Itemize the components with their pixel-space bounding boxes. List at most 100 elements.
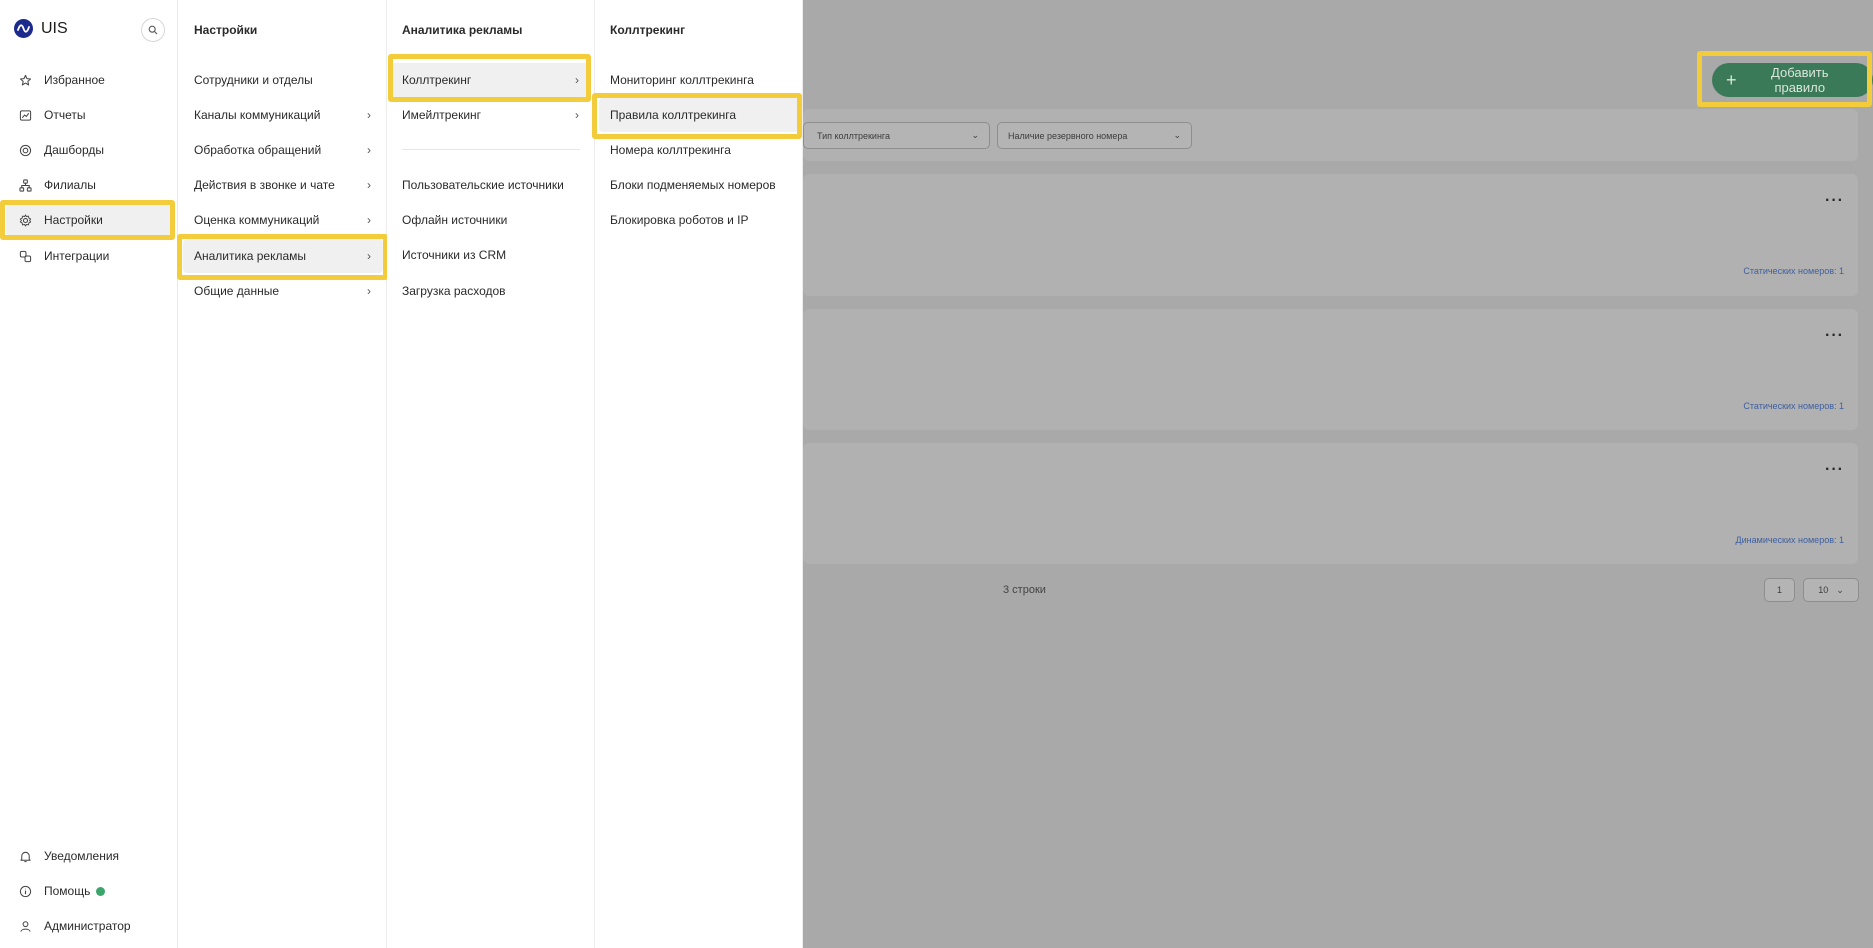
page-size-select[interactable]: 10 ⌄ xyxy=(1803,578,1859,602)
more-options-icon[interactable]: ··· xyxy=(1825,327,1844,345)
sidebar-item-label: Дашборды xyxy=(44,143,104,157)
add-rule-button[interactable]: + Добавить правило xyxy=(1712,63,1873,97)
menu-item-call-chat-actions[interactable]: Действия в звонке и чате › xyxy=(183,168,383,202)
menu-item-label: Коллтрекинг xyxy=(402,73,472,87)
rule-card[interactable]: ··· Статических номеров: 1 xyxy=(803,174,1858,296)
star-icon xyxy=(18,73,32,87)
ad-analytics-menu-panel: Аналитика рекламы Коллтрекинг › Имейлтре… xyxy=(387,0,595,948)
menu-item-calltracking-rules[interactable]: Правила коллтрекинга xyxy=(599,98,799,132)
sidebar-item-integrations[interactable]: Интеграции xyxy=(6,240,172,272)
chevron-right-icon: › xyxy=(575,73,579,87)
numbers-count-link[interactable]: Динамических номеров: 1 xyxy=(1736,535,1844,545)
more-options-icon[interactable]: ··· xyxy=(1825,192,1844,210)
sidebar-item-label: Настройки xyxy=(44,213,103,227)
plus-icon: + xyxy=(1726,70,1737,90)
sidebar-item-label: Избранное xyxy=(44,73,105,87)
sidebar-item-label: Интеграции xyxy=(44,249,110,263)
chevron-right-icon: › xyxy=(575,108,579,122)
menu-divider xyxy=(402,149,580,150)
rule-card[interactable]: ··· Динамических номеров: 1 xyxy=(803,443,1858,564)
sidebar-item-favorites[interactable]: Избранное xyxy=(6,64,172,96)
calltracking-menu-panel: Коллтрекинг Мониторинг коллтрекинга Прав… xyxy=(595,0,803,948)
sidebar-item-label: Администратор xyxy=(44,919,131,933)
menu-item-employees[interactable]: Сотрудники и отделы xyxy=(183,63,383,97)
chevron-right-icon: › xyxy=(367,178,371,192)
chevron-right-icon: › xyxy=(367,213,371,227)
menu-item-label: Мониторинг коллтрекинга xyxy=(610,73,754,87)
menu-item-label: Блоки подменяемых номеров xyxy=(610,178,776,192)
chevron-down-icon: ⌄ xyxy=(971,130,979,140)
chevron-right-icon: › xyxy=(367,249,371,263)
menu-item-crm-sources[interactable]: Источники из CRM xyxy=(391,238,591,272)
filter-label: Наличие резервного номера xyxy=(1008,130,1128,141)
menu-item-ad-analytics[interactable]: Аналитика рекламы › xyxy=(183,239,383,273)
menu-item-common-data[interactable]: Общие данные › xyxy=(183,274,383,308)
sidebar-item-label: Помощь xyxy=(44,884,91,898)
sidebar-item-notifications[interactable]: Уведомления xyxy=(6,840,172,872)
menu-item-calltracking[interactable]: Коллтрекинг › xyxy=(391,63,591,97)
panel-title: Коллтрекинг xyxy=(610,23,686,37)
menu-item-calltracking-monitoring[interactable]: Мониторинг коллтрекинга xyxy=(599,63,799,97)
menu-item-label: Пользовательские источники xyxy=(402,178,564,192)
menu-item-label: Общие данные xyxy=(194,284,280,298)
menu-item-label: Сотрудники и отделы xyxy=(194,73,313,87)
settings-menu-panel: Настройки Сотрудники и отделы Каналы ком… xyxy=(179,0,387,948)
chevron-right-icon: › xyxy=(367,143,371,157)
page-number[interactable]: 1 xyxy=(1764,578,1795,602)
menu-item-offline-sources[interactable]: Офлайн источники xyxy=(391,203,591,237)
menu-item-label: Аналитика рекламы xyxy=(194,249,307,263)
menu-item-communication-rating[interactable]: Оценка коммуникаций › xyxy=(183,203,383,237)
bell-icon xyxy=(18,849,32,863)
menu-item-label: Оценка коммуникаций xyxy=(194,213,320,227)
report-icon xyxy=(18,108,32,122)
integrations-icon xyxy=(18,249,32,263)
calltracking-type-filter[interactable]: Тип коллтрекинга ⌄ xyxy=(803,122,990,149)
numbers-count-link[interactable]: Статических номеров: 1 xyxy=(1743,401,1844,411)
sidebar-item-label: Филиалы xyxy=(44,178,96,192)
gear-icon xyxy=(18,213,32,227)
filter-bar: Тип коллтрекинга ⌄ Наличие резервного но… xyxy=(803,109,1858,161)
calltracking-rules-page: + Добавить правило Тип коллтрекинга ⌄ На… xyxy=(803,0,1873,948)
uis-logo-icon xyxy=(14,19,33,38)
menu-item-channels[interactable]: Каналы коммуникаций › xyxy=(183,98,383,132)
chevron-down-icon: ⌄ xyxy=(1836,584,1844,595)
panel-title: Аналитика рекламы xyxy=(402,23,523,37)
sidebar-item-reports[interactable]: Отчеты xyxy=(6,99,172,131)
menu-item-label: Источники из CRM xyxy=(402,248,507,262)
menu-item-label: Загрузка расходов xyxy=(402,284,506,298)
menu-item-bot-ip-blocking[interactable]: Блокировка роботов и IP xyxy=(599,203,799,237)
menu-item-custom-sources[interactable]: Пользовательские источники xyxy=(391,168,591,202)
branches-icon xyxy=(18,178,32,192)
menu-item-processing[interactable]: Обработка обращений › xyxy=(183,133,383,167)
page-size-value: 10 xyxy=(1818,585,1829,595)
sidebar-item-admin[interactable]: Администратор xyxy=(6,910,172,942)
sidebar-item-settings[interactable]: Настройки xyxy=(6,204,172,236)
panel-title: Настройки xyxy=(194,23,258,37)
chevron-down-icon: ⌄ xyxy=(1173,130,1181,140)
sidebar-item-help[interactable]: Помощь xyxy=(6,875,172,907)
menu-item-cost-upload[interactable]: Загрузка расходов xyxy=(391,274,591,308)
menu-item-label: Офлайн источники xyxy=(402,213,508,227)
search-button[interactable] xyxy=(141,18,165,42)
sidebar-item-dashboards[interactable]: Дашборды xyxy=(6,134,172,166)
info-icon xyxy=(18,884,32,898)
rule-card[interactable]: ··· Статических номеров: 1 xyxy=(803,309,1858,430)
logo[interactable]: UIS xyxy=(14,19,68,38)
menu-item-replacement-blocks[interactable]: Блоки подменяемых номеров xyxy=(599,168,799,202)
sidebar-item-branches[interactable]: Филиалы xyxy=(6,169,172,201)
menu-item-label: Каналы коммуникаций xyxy=(194,108,321,122)
menu-item-label: Правила коллтрекинга xyxy=(610,108,737,122)
menu-item-label: Обработка обращений xyxy=(194,143,322,157)
menu-item-calltracking-numbers[interactable]: Номера коллтрекинга xyxy=(599,133,799,167)
chevron-right-icon: › xyxy=(367,284,371,298)
app-name: UIS xyxy=(41,19,68,37)
more-options-icon[interactable]: ··· xyxy=(1825,461,1844,479)
numbers-count-link[interactable]: Статических номеров: 1 xyxy=(1743,266,1844,276)
add-rule-label: Добавить правило xyxy=(1771,65,1829,95)
rows-count: 3 строки xyxy=(1003,584,1046,596)
filter-label: Тип коллтрекинга xyxy=(817,130,891,141)
menu-item-emailtracking[interactable]: Имейлтрекинг › xyxy=(391,98,591,132)
dashboard-icon xyxy=(18,143,32,157)
reserve-number-filter[interactable]: Наличие резервного номера ⌄ xyxy=(997,122,1192,149)
menu-item-label: Номера коллтрекинга xyxy=(610,143,731,157)
